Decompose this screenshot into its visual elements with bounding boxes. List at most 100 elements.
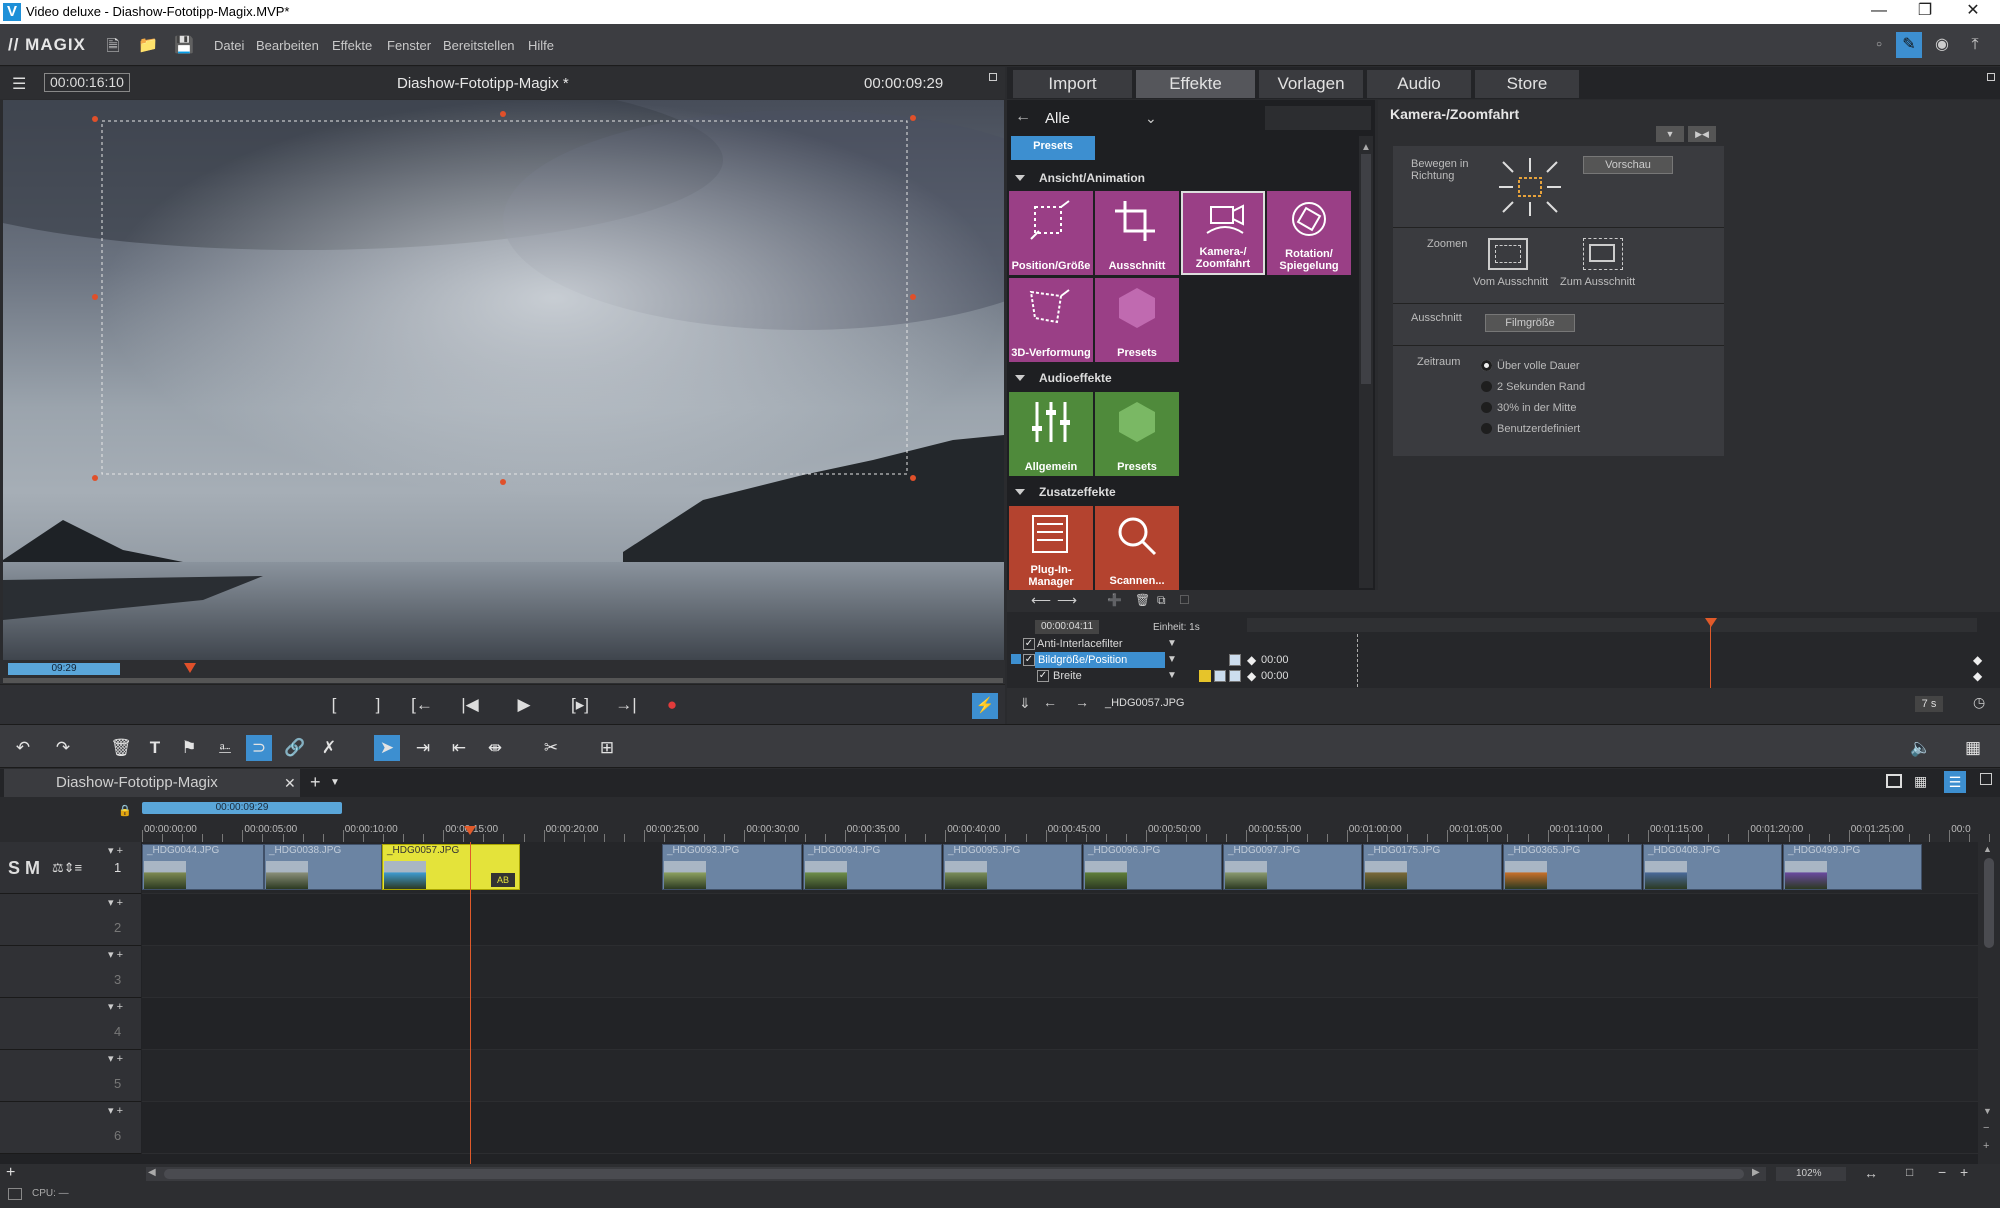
track-lock-icon[interactable]: ⚖⇕≡ (52, 860, 82, 876)
stretch-icon[interactable]: ⇼ (482, 735, 508, 761)
zoom-in-icon[interactable]: + (1960, 1164, 1968, 1180)
undo-icon[interactable]: ↶ (10, 735, 36, 761)
menu-datei[interactable]: Datei (214, 38, 244, 53)
section-audioeffekte[interactable]: Audioeffekte (1007, 368, 1357, 388)
unlink-icon[interactable]: ✗ (316, 735, 342, 761)
timeline-ruler[interactable]: 00:00:09:29 00:00:00:00 00:00:05:00 00:00:… (142, 800, 1991, 842)
loop-button[interactable]: [▸] (566, 694, 594, 716)
timeline-clip[interactable]: _HDG0096.JPG (1083, 844, 1222, 890)
back-arrow-icon[interactable]: ← (1015, 108, 1031, 126)
ab-transition-icon[interactable]: AB (491, 873, 515, 887)
scroll-up-icon[interactable]: ▲ (1361, 142, 1371, 153)
insert-icon[interactable]: ⊞ (594, 735, 620, 761)
tile-presets-audio[interactable]: Presets (1095, 392, 1179, 476)
mark-out-button[interactable]: ] (364, 694, 392, 716)
keyframe-diamond-end-icon[interactable]: ◆ (1973, 669, 1982, 683)
filter-dropdown[interactable]: Alle (1045, 110, 1070, 127)
checkbox-breite[interactable]: ✓ (1037, 670, 1049, 682)
tile-position-groesse[interactable]: Position/Größe (1009, 191, 1093, 275)
color-swatch[interactable] (1199, 670, 1211, 682)
go-to-start-button[interactable]: [← (408, 694, 436, 716)
copy-icon[interactable]: ⧉ (1157, 593, 1166, 608)
horizontal-scrollbar[interactable]: ◀ ▶ (146, 1167, 1766, 1181)
assistant-icon[interactable]: ✎ (1896, 32, 1922, 58)
tile-allgemein[interactable]: Allgemein (1009, 392, 1093, 476)
scroll-thumb[interactable] (1984, 858, 1994, 948)
timeline-clip[interactable]: _HDG0408.JPG (1643, 844, 1782, 890)
lock-icon[interactable]: 🔒 (118, 804, 132, 817)
arrow-right-icon[interactable]: ⟶ (1057, 592, 1077, 609)
hamburger-menu-icon[interactable]: ☰ (12, 74, 26, 94)
timeline-clip[interactable]: _HDG0095.JPG (943, 844, 1082, 890)
timeline-clip[interactable]: _HDG0057.JPG AB (382, 844, 520, 890)
maximize-panel-icon[interactable] (1987, 73, 1995, 81)
arrow-left-icon[interactable]: ⟵ (1031, 592, 1051, 609)
tile-presets-animation[interactable]: Presets (1095, 278, 1179, 362)
tile-3d-verformung[interactable]: 3D-Verformung (1009, 278, 1093, 362)
keyframe-ruler[interactable] (1247, 618, 1977, 632)
menu-bereitstellen[interactable]: Bereitstellen (443, 38, 515, 53)
timeline-view-icon[interactable]: ☰ (1944, 771, 1966, 793)
dropdown-icon[interactable]: ▼ (1656, 126, 1684, 142)
playhead-marker-icon[interactable] (184, 663, 196, 673)
track-row[interactable] (142, 1102, 1978, 1154)
keyframe-playhead-icon[interactable] (1705, 618, 1717, 627)
save-icon[interactable]: 💾 (174, 35, 194, 55)
row-bildgroesse-position[interactable]: Bildgröße/Position (1035, 652, 1165, 668)
track-menu-icon[interactable]: ▾ + (108, 1052, 123, 1065)
paste-icon[interactable]: ☐ (1179, 593, 1190, 607)
tab-vorlagen[interactable]: Vorlagen (1259, 70, 1363, 98)
timeline-clip[interactable]: _HDG0094.JPG (803, 844, 942, 890)
magnet-icon[interactable]: ⊃ (246, 735, 272, 761)
disc-icon[interactable]: ◉ (1929, 32, 1955, 58)
menu-hilfe[interactable]: Hilfe (528, 38, 554, 53)
delete-keyframe-icon[interactable]: 🗑 (1135, 593, 1150, 607)
checkbox-bildgroesse[interactable]: ✓ (1023, 654, 1035, 666)
tab-store[interactable]: Store (1475, 70, 1579, 98)
keyframe-time[interactable]: 00:00:04:11 (1035, 620, 1099, 634)
scissors-icon[interactable]: ✂ (538, 735, 564, 761)
curve-icon[interactable] (1229, 670, 1241, 682)
solo-mute-buttons[interactable]: S M (8, 858, 40, 879)
collapse-icon[interactable]: ▶◀ (1688, 126, 1716, 142)
close-tab-icon[interactable]: ✕ (284, 769, 296, 797)
tile-ausschnitt[interactable]: Ausschnitt (1095, 191, 1179, 275)
split-icon[interactable]: ⎁ (212, 735, 238, 761)
dot-icon[interactable]: ○ (1866, 32, 1892, 58)
scroll-up-icon[interactable]: ▲ (1983, 844, 1992, 854)
add-keyframe-icon[interactable]: ➕ (1107, 593, 1122, 607)
track-header[interactable]: 2 ▾ + (0, 894, 141, 946)
menu-bearbeiten[interactable]: Bearbeiten (256, 38, 319, 53)
scroll-right-icon[interactable]: ▶ (1752, 1167, 1760, 1178)
track-header[interactable]: 1 ▾ + S M ⚖⇕≡ (0, 842, 141, 894)
eye-icon[interactable] (1214, 670, 1226, 682)
zum-ausschnitt-label[interactable]: Zum Ausschnitt (1560, 276, 1635, 288)
track-header[interactable]: 6 ▾ + (0, 1102, 141, 1154)
previous-marker-button[interactable]: |◀ (456, 694, 484, 716)
scroll-thumb[interactable] (164, 1169, 1744, 1179)
maximize-panel-icon[interactable] (989, 73, 997, 81)
settings-panel-icon[interactable]: ▦ (1960, 735, 1986, 761)
maximize-icon[interactable]: ❐ (1902, 0, 1948, 24)
open-folder-icon[interactable]: 📁 (138, 35, 158, 55)
track-menu-icon[interactable]: ▾ + (108, 896, 123, 909)
menu-fenster[interactable]: Fenster (387, 38, 431, 53)
checkbox-anti-interlace[interactable]: ✓ (1023, 638, 1035, 650)
link-icon[interactable]: 🔗 (282, 735, 308, 761)
position-timecode[interactable]: 00:00:16:10 (44, 73, 130, 92)
track-header[interactable]: 5 ▾ + (0, 1050, 141, 1102)
expand-icon[interactable] (1011, 654, 1021, 664)
track-menu-icon[interactable]: ▾ + (108, 1104, 123, 1117)
zoom-out-vertical-icon[interactable]: − (1983, 1122, 1989, 1134)
scrub-range[interactable]: 09:29 (8, 663, 120, 675)
menu-effekte[interactable]: Effekte (332, 38, 372, 53)
arrow-left-icon[interactable]: ← (1043, 694, 1057, 710)
track-header[interactable]: 3 ▾ + (0, 946, 141, 998)
section-ansicht-animation[interactable]: Ansicht/Animation (1007, 168, 1357, 188)
track-row[interactable] (142, 946, 1978, 998)
track-menu-icon[interactable]: ▾ + (108, 844, 123, 857)
project-tab[interactable]: Diashow-Fototipp-Magix ✕ (4, 769, 300, 797)
keyframe-diamond-icon[interactable]: ◆ (1247, 653, 1256, 667)
zoom-fit-icon[interactable]: □ (1906, 1165, 1913, 1179)
multi-select-icon[interactable]: ⇥ (410, 735, 436, 761)
